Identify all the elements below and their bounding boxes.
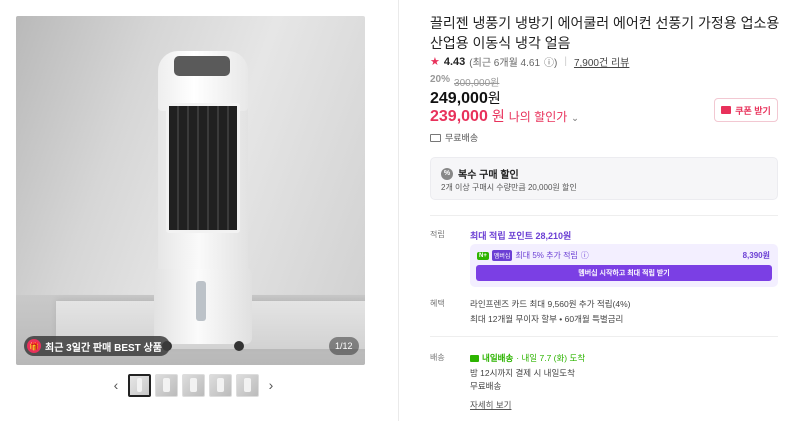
coupon-button-label: 쿠폰 받기 — [735, 105, 771, 116]
thumbnail-4[interactable] — [209, 373, 232, 397]
original-price: 300,000원 — [454, 78, 500, 89]
best-seller-badge: 🎁 최근 3일간 판매 BEST 상품 — [24, 336, 170, 356]
my-price-unit: 원 — [491, 108, 505, 124]
benefits-label: 혜택 — [430, 299, 445, 308]
thumbnail-2[interactable] — [155, 373, 178, 397]
tomorrow-delivery-badge: 내일배송 — [482, 353, 514, 363]
thumbnail-1[interactable] — [128, 373, 151, 397]
naver-plus-tag: N+ — [477, 251, 489, 260]
truck-icon — [430, 133, 441, 142]
my-discount-price[interactable]: 239,000 원 나의 할인가 ⌄ — [430, 106, 579, 126]
rating-score: 4.43 — [443, 55, 466, 68]
image-counter: 1/12 — [329, 337, 359, 355]
product-title: 끌리젠 냉풍기 냉방기 에어쿨러 에어컨 선풍기 가정용 업소용 산업용 이동식… — [430, 15, 780, 51]
info-icon[interactable]: ⓘ) — [544, 54, 557, 69]
membership-tag: 멤버십 — [491, 250, 513, 261]
sale-price: 249,000원 — [430, 88, 501, 108]
info-icon[interactable]: ⓘ — [581, 250, 589, 261]
divider — [430, 336, 778, 337]
thumbnail-5[interactable] — [236, 373, 259, 397]
product-main-image[interactable]: 🎁 최근 3일간 판매 BEST 상품 1/12 — [16, 16, 365, 365]
cooler-wheel — [234, 341, 244, 351]
card-benefit[interactable]: 라인프렌즈 카드 최대 9,560원 추가 적립(4%) — [470, 298, 631, 310]
points-title[interactable]: 최대 적립 포인트 28,210원 — [470, 229, 571, 242]
my-price-value: 239,000 — [430, 108, 488, 125]
divider — [430, 215, 778, 216]
multi-buy-desc: 2개 이상 구매시 수량만큼 20,000원 할인 — [441, 183, 577, 192]
cooler-water-window — [196, 281, 206, 321]
membership-points-box: N+ 멤버십 최대 5% 추가 적립 ⓘ 8,390원 멤버십 시작하고 최대 … — [470, 244, 778, 287]
cooler-control-panel — [174, 56, 230, 76]
shipping-free-text: 무료배송 — [445, 133, 479, 143]
cooler-grill — [166, 103, 240, 233]
points-label: 적립 — [430, 230, 445, 239]
discount-rate: 20% — [430, 74, 451, 85]
delivery-date: · 내일 7.7 (화) 도착 — [516, 353, 586, 363]
gift-icon: 🎁 — [27, 339, 41, 353]
chevron-down-icon: ⌄ — [571, 113, 579, 123]
percent-icon: % — [441, 167, 453, 180]
reviews-link[interactable]: 7,900건 리뷰 — [574, 54, 629, 69]
delivery-label: 배송 — [430, 353, 445, 362]
sale-price-value: 249,000 — [430, 90, 488, 107]
delivery-truck-icon — [470, 354, 479, 362]
multi-buy-discount-box: % 복수 구매 할인 2개 이상 구매시 수량만큼 20,000원 할인 — [430, 157, 778, 200]
column-divider — [398, 0, 399, 421]
my-price-label: 나의 할인가 — [508, 110, 568, 124]
best-seller-text: 최근 3일간 판매 BEST 상품 — [45, 342, 162, 354]
thumbnail-strip: ‹ › — [108, 373, 279, 397]
rating-separator: | — [564, 56, 567, 67]
delivery-fee: 무료배송 — [470, 381, 502, 391]
coupon-button[interactable]: 쿠폰 받기 — [714, 98, 778, 122]
membership-cta-button[interactable]: 멤버십 시작하고 최대 적립 받기 — [476, 265, 772, 281]
delivery-details-link[interactable]: 자세히 보기 — [470, 399, 511, 411]
delivery-cutoff: 밤 12시까지 결제 시 내일도착 — [470, 368, 575, 378]
installment-benefit[interactable]: 최대 12개월 무이자 할부 • 60개월 특별금리 — [470, 313, 623, 325]
thumb-next-button[interactable]: › — [263, 373, 279, 397]
thumb-prev-button[interactable]: ‹ — [108, 373, 124, 397]
rating-recent: (최근 6개월 4.61 — [469, 58, 541, 69]
thumbnail-3[interactable] — [182, 373, 205, 397]
multi-buy-title: 복수 구매 할인 — [458, 170, 519, 181]
shipping-free-row: 무료배송 — [430, 131, 478, 144]
points-extra-row: N+ 멤버십 최대 5% 추가 적립 ⓘ — [477, 250, 589, 261]
rating-row: ★ 4.43 (최근 6개월 4.61 ⓘ) | 7,900건 리뷰 — [430, 54, 629, 70]
star-icon: ★ — [430, 56, 440, 68]
points-extra-text: 최대 5% 추가 적립 — [515, 251, 578, 260]
multi-buy-header: % 복수 구매 할인 — [441, 166, 519, 181]
points-extra-amount: 8,390원 — [742, 251, 770, 260]
tomorrow-delivery-row: 내일배송 · 내일 7.7 (화) 도착 — [470, 352, 585, 364]
discount-row: 20% 300,000원 — [430, 74, 499, 89]
air-cooler-product — [154, 51, 252, 351]
coupon-icon — [721, 106, 732, 114]
sale-price-unit: 원 — [487, 90, 501, 106]
